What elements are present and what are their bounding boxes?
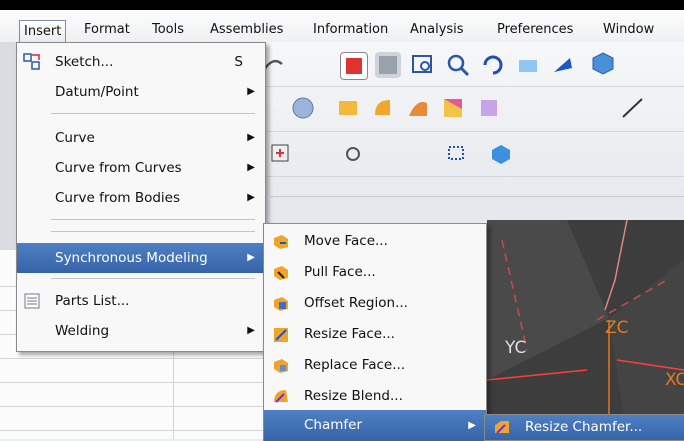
- resize-chamfer-icon: [495, 421, 509, 434]
- menu-item-offset-region[interactable]: Offset Region...: [264, 288, 486, 319]
- insert-menu: Sketch... S Datum/Point ▶ Curve ▶ Curve …: [16, 42, 266, 352]
- offset-region-icon: [274, 297, 288, 311]
- synchronous-modeling-submenu: Move Face... Pull Face... Offset Region.…: [263, 223, 487, 441]
- shaded-view-icon[interactable]: [375, 52, 401, 78]
- pan-icon[interactable]: [515, 52, 541, 78]
- menu-information[interactable]: Information: [313, 19, 388, 41]
- line-icon[interactable]: [620, 95, 646, 121]
- resize-face-icon: [274, 328, 288, 342]
- window-top-strip: [0, 0, 684, 10]
- menu-insert[interactable]: Insert: [19, 20, 67, 44]
- menu-item-replace-face[interactable]: Replace Face...: [264, 350, 486, 381]
- selection-filter-icon[interactable]: [340, 141, 366, 167]
- submenu-arrow-icon: ▶: [247, 325, 255, 336]
- menu-analysis[interactable]: Analysis: [410, 19, 464, 41]
- menu-preferences[interactable]: Preferences: [497, 19, 573, 41]
- fit-view-icon[interactable]: [340, 52, 368, 80]
- menu-item-pull-face[interactable]: Pull Face...: [264, 257, 486, 288]
- chamfer-tool-icon[interactable]: [476, 95, 502, 121]
- part-body-icon[interactable]: [488, 141, 514, 167]
- graphics-viewport[interactable]: YC ZC XC: [487, 220, 684, 439]
- extrude-icon[interactable]: [335, 95, 361, 121]
- submenu-arrow-icon: ▶: [247, 162, 255, 173]
- rotate-icon[interactable]: [480, 52, 506, 78]
- zoom-window-icon[interactable]: [410, 52, 436, 78]
- snap-point-icon[interactable]: [268, 141, 294, 167]
- menu-item-datum-point[interactable]: Datum/Point ▶: [17, 77, 265, 107]
- submenu-arrow-icon: ▶: [468, 420, 476, 431]
- toolbar-row-3: [240, 132, 684, 177]
- box-select-icon[interactable]: [445, 141, 471, 167]
- menu-item-chamfer[interactable]: Chamfer ▶: [264, 410, 486, 441]
- menu-separator: [51, 219, 255, 220]
- menu-item-curve-from-bodies[interactable]: Curve from Bodies ▶: [17, 183, 265, 213]
- menu-item-curve[interactable]: Curve ▶: [17, 123, 265, 153]
- sphere-icon[interactable]: [290, 95, 316, 121]
- menu-tools[interactable]: Tools: [152, 19, 184, 41]
- menu-item-resize-face[interactable]: Resize Face...: [264, 319, 486, 350]
- menu-window[interactable]: Window: [603, 19, 654, 41]
- viewport-header: [270, 196, 684, 221]
- axis-label-yc: YC: [505, 338, 527, 358]
- zoom-icon[interactable]: [445, 52, 471, 78]
- menu-separator: [51, 278, 255, 279]
- menu-item-sketch[interactable]: Sketch... S: [17, 47, 265, 77]
- replace-face-icon: [274, 359, 288, 373]
- menu-item-welding[interactable]: Welding ▶: [17, 316, 265, 346]
- resize-blend-icon: [274, 390, 288, 403]
- chamfer-submenu: Resize Chamfer...: [484, 414, 684, 441]
- toolbar-row-1: [240, 42, 684, 87]
- blend-icon[interactable]: [440, 95, 466, 121]
- axis-label-zc: ZC: [605, 318, 629, 338]
- submenu-arrow-icon: ▶: [247, 86, 255, 97]
- move-face-icon: [274, 235, 288, 249]
- sweep-icon[interactable]: [405, 95, 431, 121]
- sketch-icon: [23, 53, 40, 70]
- menu-item-synchronous-modeling[interactable]: Synchronous Modeling ▶: [17, 243, 265, 273]
- menu-item-parts-list[interactable]: Parts List...: [17, 286, 265, 316]
- parts-list-icon: [24, 293, 40, 309]
- menu-item-resize-blend[interactable]: Resize Blend...: [264, 381, 486, 412]
- menu-item-move-face[interactable]: Move Face...: [264, 226, 486, 257]
- pull-face-icon: [274, 266, 288, 280]
- render-style-icon[interactable]: [550, 52, 576, 78]
- menu-format[interactable]: Format: [84, 19, 130, 41]
- menubar: Insert Format Tools Assemblies Informati…: [0, 10, 684, 44]
- submenu-arrow-icon: ▶: [247, 192, 255, 203]
- menu-item-curve-from-curves[interactable]: Curve from Curves ▶: [17, 153, 265, 183]
- submenu-arrow-icon: ▶: [247, 132, 255, 143]
- menu-separator: [51, 231, 255, 232]
- menu-separator: [51, 113, 255, 114]
- axis-label-xc: XC: [665, 370, 684, 390]
- view-cube-icon[interactable]: [590, 50, 616, 76]
- menu-assemblies[interactable]: Assemblies: [210, 19, 283, 41]
- revolve-icon[interactable]: [370, 95, 396, 121]
- toolbar-row-2: [240, 87, 684, 132]
- menu-item-resize-chamfer[interactable]: Resize Chamfer...: [485, 415, 684, 440]
- submenu-arrow-icon: ▶: [247, 252, 255, 263]
